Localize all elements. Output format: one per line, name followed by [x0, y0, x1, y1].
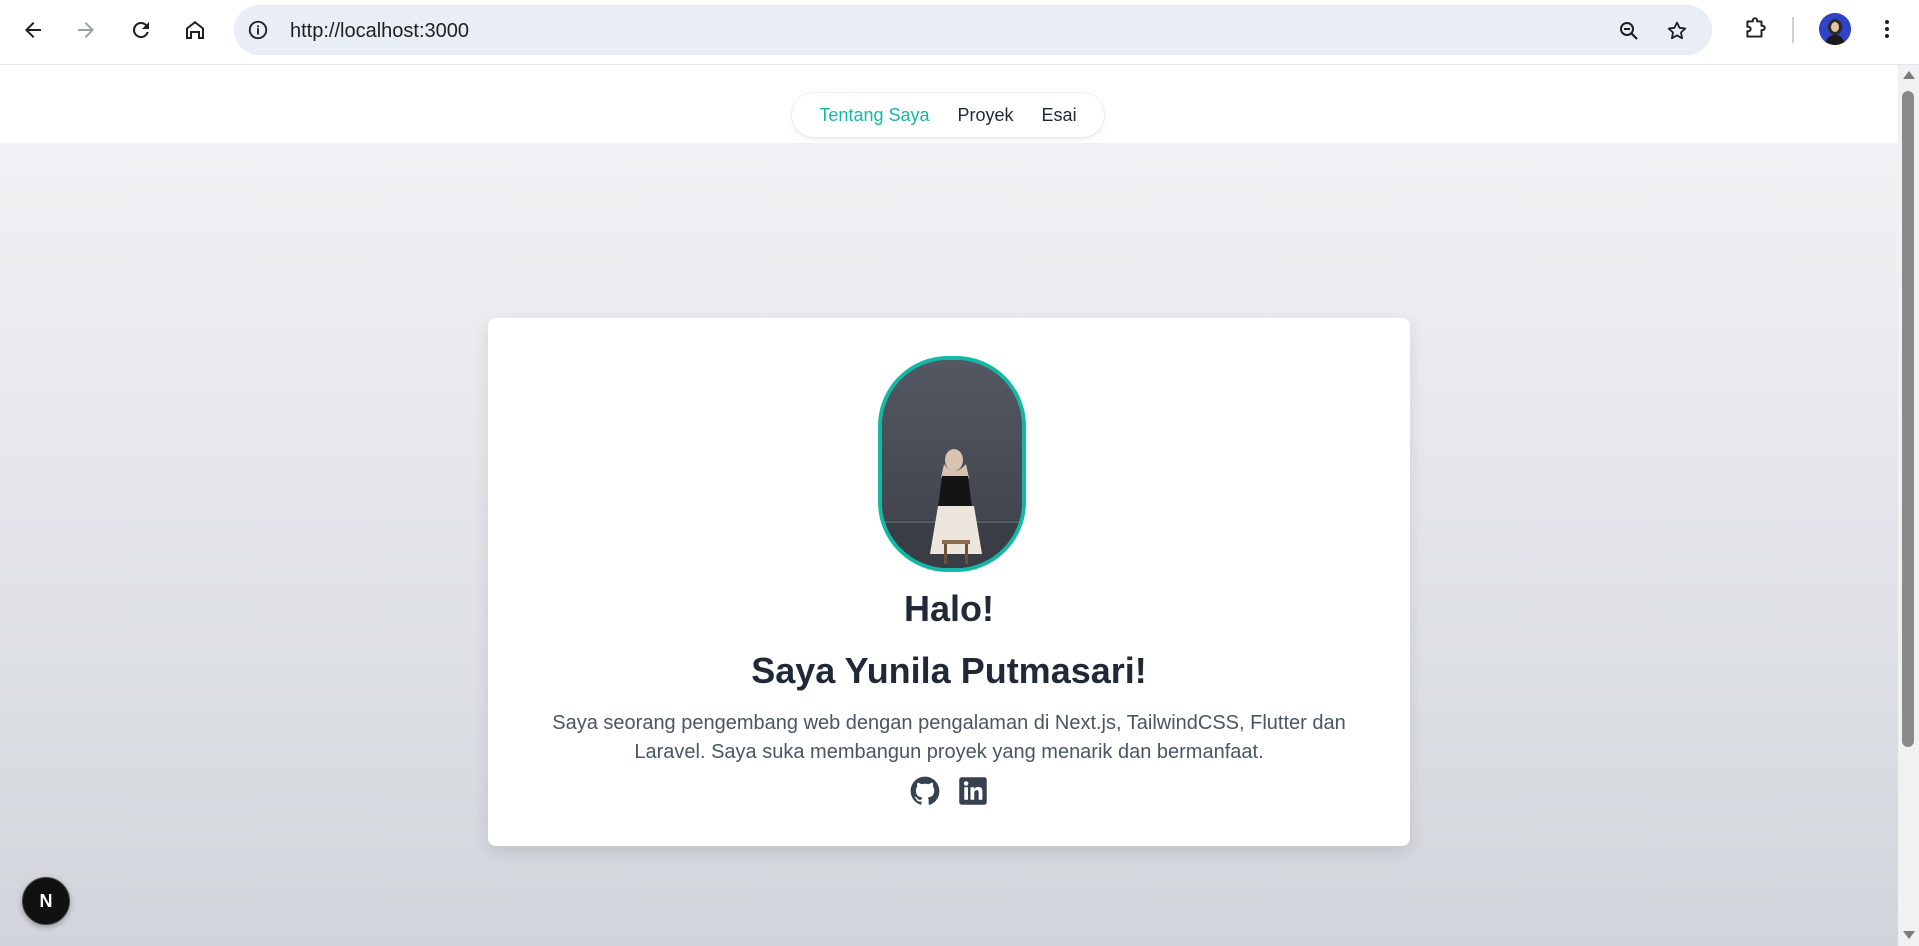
home-icon	[186, 21, 204, 39]
back-icon	[25, 22, 41, 38]
forward-button[interactable]	[66, 10, 106, 50]
nextjs-dev-badge[interactable]: N	[22, 877, 70, 925]
nav-item-esai[interactable]: Esai	[1042, 105, 1077, 126]
home-button[interactable]	[175, 10, 215, 50]
address-bar[interactable]: http://localhost:3000	[234, 5, 1712, 55]
linkedin-icon[interactable]	[958, 776, 988, 806]
name-heading: Saya Yunila Putmasari!	[751, 650, 1147, 691]
more-menu-icon[interactable]	[1872, 14, 1902, 44]
scrollbar[interactable]	[1898, 65, 1919, 946]
bookmark-star-icon[interactable]	[1664, 18, 1690, 44]
bio-text: Saya seorang pengembang web dengan penga…	[552, 712, 1346, 763]
reload-button[interactable]	[121, 10, 161, 50]
extensions-icon[interactable]	[1740, 14, 1770, 44]
page-viewport: Tentang Saya Proyek Esai Halo! Saya Yuni…	[0, 65, 1898, 946]
toolbar-divider	[1792, 17, 1794, 43]
nav-item-tentang-saya[interactable]: Tentang Saya	[819, 105, 929, 126]
main-navigation: Tentang Saya Proyek Esai	[792, 93, 1104, 137]
forward-icon	[78, 22, 94, 38]
zoom-icon[interactable]	[1616, 18, 1642, 44]
profile-card: Halo! Saya Yunila Putmasari! Saya seoran…	[488, 318, 1410, 846]
reload-icon	[133, 22, 149, 38]
social-links	[488, 776, 1410, 808]
site-info-icon[interactable]	[246, 18, 270, 42]
url-text[interactable]: http://localhost:3000	[290, 20, 469, 43]
browser-toolbar: http://localhost:3000	[0, 0, 1919, 65]
back-button[interactable]	[13, 10, 53, 50]
scroll-down-arrow-icon[interactable]	[1903, 931, 1915, 939]
nav-item-proyek[interactable]: Proyek	[958, 105, 1014, 126]
profile-photo	[878, 356, 1026, 572]
scroll-thumb[interactable]	[1902, 91, 1914, 747]
greeting-heading: Halo!	[904, 588, 994, 629]
profile-avatar[interactable]	[1819, 13, 1851, 45]
github-icon[interactable]	[910, 776, 940, 806]
scroll-up-arrow-icon[interactable]	[1903, 71, 1915, 79]
